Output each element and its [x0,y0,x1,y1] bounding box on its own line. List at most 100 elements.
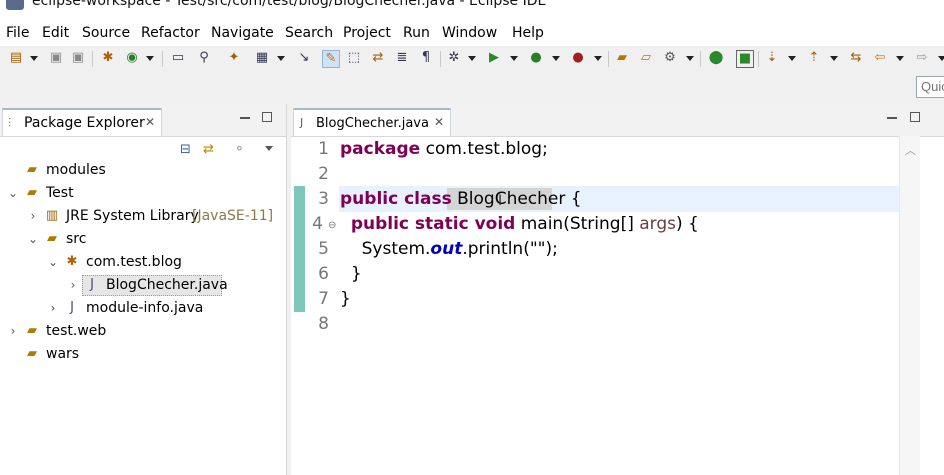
chevron-down-icon[interactable] [830,56,838,61]
chevron-down-icon[interactable]: ⌄ [26,228,40,250]
code-line-1[interactable]: package com.test.blog; [340,139,548,159]
tree-item-label: BlogChecher.java [106,277,228,293]
vertical-scrollbar[interactable]: ︿ [899,136,920,475]
package-explorer-tabbar: ⫶ Package Explorer ✕ [0,104,286,137]
link-with-editor-icon[interactable]: ⇄ [203,142,214,157]
save-all-icon[interactable]: ▣ [70,50,86,66]
chevron-down-icon[interactable] [552,56,560,61]
close-icon[interactable]: ✕ [434,115,444,129]
tree-item-modules[interactable]: ▰ modules [0,159,280,181]
chevron-down-icon[interactable] [938,56,944,61]
chevron-right-icon[interactable]: › [46,297,60,319]
menu-file[interactable]: File [6,25,29,41]
line-number: 1 [318,139,329,159]
stop-icon[interactable]: ■ [736,50,754,68]
menu-navigate[interactable]: Navigate [211,25,274,41]
code-line-3[interactable]: public class BlogChecher { [340,189,582,209]
tree-item-test[interactable]: ⌄ ▰ Test [0,182,280,204]
chevron-down-icon[interactable]: ⌄ [6,182,20,204]
format-icon[interactable]: ≣ [394,50,410,66]
chevron-down-icon[interactable] [468,56,476,61]
new-java-project-icon[interactable]: ✱ [100,50,116,66]
code-line-7[interactable]: } [340,289,351,309]
run-icon[interactable]: ▶ [486,50,502,66]
pin-icon[interactable]: ⇣ [764,50,780,66]
menu-window[interactable]: Window [442,25,497,41]
code-text: { [565,189,582,209]
chevron-right-icon[interactable]: › [66,274,80,296]
search-icon[interactable]: ⚙ [662,50,678,66]
chevron-down-icon[interactable] [30,56,38,61]
word-wrap-icon[interactable]: ⇄ [370,50,386,66]
code-text: ); [545,239,558,259]
code-line-6[interactable]: } [340,264,362,284]
menu-run[interactable]: Run [403,25,430,41]
menu-project[interactable]: Project [343,25,391,41]
tree-item-test-web[interactable]: › ▰ test.web [0,320,280,342]
outline-icon[interactable]: ▦ [254,50,270,66]
next-annotation-icon[interactable]: ↘ [296,50,312,66]
tree-item-label: module-info.java [86,300,204,316]
chevron-down-icon[interactable] [277,56,285,61]
new-icon[interactable]: ▤ [8,50,24,66]
coverage-icon[interactable]: ● [528,50,544,66]
tree-item-jre-system-library[interactable]: › ▥ JRE System Library [JavaSE-11] [0,205,280,227]
chevron-down-icon[interactable] [510,56,518,61]
quick-access-input[interactable] [916,76,944,98]
debug-icon[interactable]: ⚲ [196,50,212,66]
fold-collapse-icon[interactable]: ⊖ [328,220,336,231]
console-icon[interactable]: ▭ [170,50,186,66]
block-selection-icon[interactable]: ⬚ [346,50,362,66]
chevron-down-icon[interactable]: ⌄ [46,251,60,273]
menu-refactor[interactable]: Refactor [141,25,200,41]
back-history-icon[interactable]: ⇆ [848,50,864,66]
chevron-down-icon[interactable] [686,56,694,61]
maximize-icon[interactable] [910,112,920,122]
chevron-right-icon[interactable]: › [6,320,20,342]
show-whitespace-icon[interactable]: ¶ [418,50,434,66]
collapse-all-icon[interactable]: ⊟ [180,142,191,157]
tab-label: BlogChecher.java [316,116,429,131]
chevron-down-icon[interactable] [146,56,154,61]
chevron-down-icon[interactable] [896,56,904,61]
package-explorer-icon: ⫶ [8,116,12,130]
task-icon[interactable]: ✦ [226,50,242,66]
chevron-down-icon[interactable] [594,56,602,61]
tree-item-module-info-java[interactable]: › J module-info.java [0,297,280,319]
chevron-down-icon[interactable] [788,56,796,61]
back-arrow-icon[interactable]: ⇦ [872,50,888,66]
tree-item-blogchecher-java[interactable]: › J BlogChecher.java [0,274,280,296]
menu-help[interactable]: Help [512,25,544,41]
view-menu-icon[interactable] [265,146,273,151]
menu-search[interactable]: Search [285,25,333,41]
tree-item-wars[interactable]: ▰ wars [0,343,280,365]
code-line-4[interactable]: public static void main(String[] args) { [340,214,699,234]
save-icon[interactable]: ▣ [48,50,64,66]
new-folder-icon[interactable]: ▰ [614,50,630,66]
minimize-icon[interactable] [887,117,897,119]
forward-arrow-icon[interactable]: ⇨ [914,50,930,66]
tree-item-label: JRE System Library [66,208,199,224]
last-edit-icon[interactable]: ⇡ [806,50,822,66]
tab-package-explorer[interactable]: ⫶ Package Explorer ✕ [2,108,162,136]
toggle-mark-occurrences-icon[interactable]: ✎ [322,50,340,68]
menu-source[interactable]: Source [82,25,130,41]
java-file-icon: J [70,300,74,315]
close-icon[interactable]: ✕ [145,115,155,129]
external-tools-icon[interactable]: ● [570,50,586,66]
tab-blogchecher-java[interactable]: J BlogChecher.java ✕ [293,108,451,136]
open-type-icon[interactable]: ◉ [124,50,140,66]
chevron-right-icon[interactable]: › [26,205,40,227]
tree-item-com-test-blog[interactable]: ⌄ ✱ com.test.blog [0,251,280,273]
menu-edit[interactable]: Edit [42,25,69,41]
toolbar-separator [758,51,759,67]
code-line-5[interactable]: System.out.println(""); [340,239,558,259]
tree-item-src[interactable]: ⌄ ▰ src [0,228,280,250]
minimize-icon[interactable] [240,117,250,119]
chevron-up-icon[interactable]: ︿ [905,142,916,158]
focus-icon[interactable]: ⚬ [234,142,245,157]
maximize-icon[interactable] [262,112,272,122]
open-folder-icon[interactable]: ▱ [638,50,654,66]
debug-bug-icon[interactable]: ✲ [446,50,462,66]
terminate-icon[interactable]: ⬤ [708,50,724,66]
